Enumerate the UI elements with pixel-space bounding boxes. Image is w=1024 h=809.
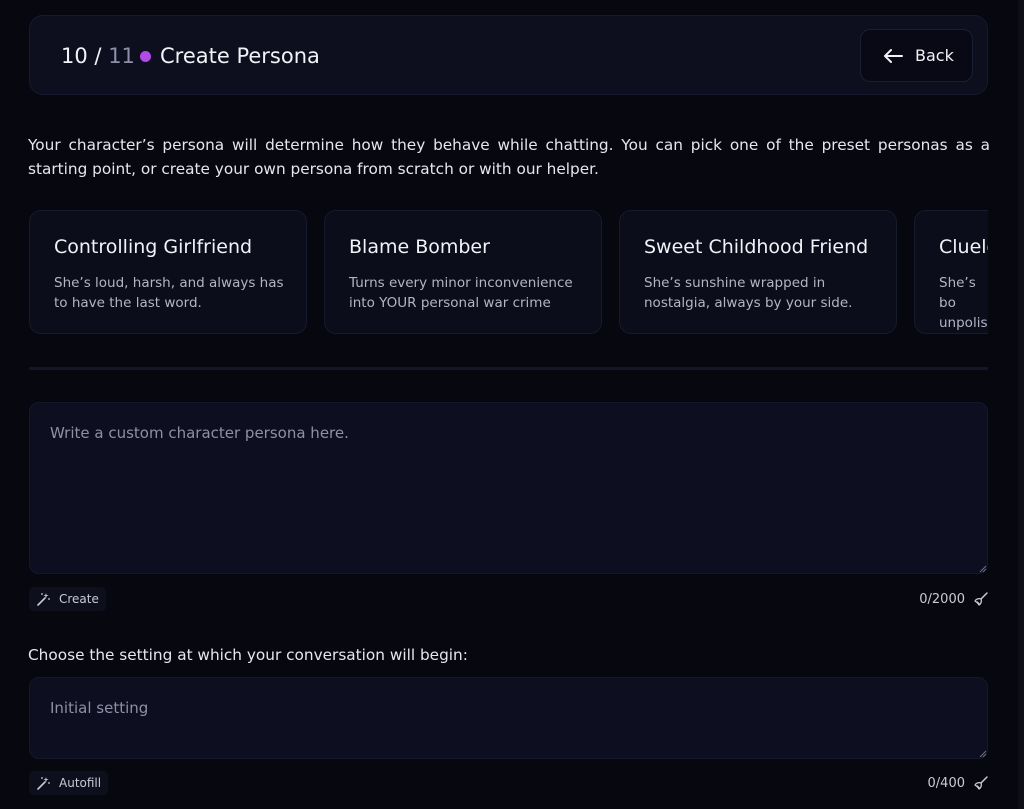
step-separator: /	[94, 44, 102, 68]
autofill-setting-button[interactable]: Autofill	[29, 771, 109, 795]
create-persona-button[interactable]: Create	[29, 587, 106, 611]
persona-card[interactable]: Blame Bomber Turns every minor inconveni…	[324, 210, 602, 334]
step-indicator: 10 / 11	[61, 43, 135, 69]
resize-grip-icon[interactable]	[979, 750, 987, 758]
persona-card-name: Controlling Girlfriend	[54, 236, 253, 258]
persona-card-name: Cluele	[939, 236, 988, 258]
persona-card[interactable]: Sweet Childhood Friend She’s sunshine wr…	[619, 210, 897, 334]
persona-preset-list[interactable]: Controlling Girlfriend She’s loud, harsh…	[29, 210, 988, 334]
initial-setting-label: Choose the setting at which your convers…	[28, 646, 468, 664]
magic-wand-icon	[37, 776, 50, 790]
persona-card-name: Blame Bomber	[349, 236, 490, 258]
step-header: 10 / 11 Create Persona Back	[29, 15, 988, 95]
section-divider	[29, 367, 988, 370]
page-title: Create Persona	[160, 44, 320, 68]
autofill-setting-label: Autofill	[59, 776, 102, 790]
create-persona-label: Create	[59, 592, 99, 606]
arrow-left-icon	[884, 49, 903, 63]
broom-clear-icon[interactable]	[973, 591, 989, 607]
persona-char-counter: 0/2000	[919, 592, 965, 607]
step-current: 10	[61, 44, 88, 68]
persona-textarea[interactable]	[29, 402, 988, 574]
initial-setting-textarea[interactable]	[29, 677, 988, 759]
persona-card[interactable]: Controlling Girlfriend She’s loud, harsh…	[29, 210, 307, 334]
persona-card-description: Turns every minor inconvenience into YOU…	[349, 275, 573, 311]
resize-grip-icon[interactable]	[979, 565, 987, 573]
persona-card-description: She’s loud, harsh, and always has to hav…	[54, 275, 284, 311]
broom-clear-icon[interactable]	[973, 775, 989, 791]
persona-card[interactable]: Cluele She’s bo unpolis	[914, 210, 988, 334]
step-dot-icon	[140, 51, 151, 62]
persona-card-description: She’s bo unpolis	[939, 275, 988, 331]
magic-wand-icon	[37, 592, 50, 606]
persona-card-name: Sweet Childhood Friend	[644, 236, 869, 258]
step-total: 11	[108, 44, 135, 68]
persona-card-description: She’s sunshine wrapped in nostalgia, alw…	[644, 275, 853, 311]
setting-char-counter: 0/400	[927, 776, 965, 791]
back-button[interactable]: Back	[860, 29, 973, 82]
window-edge	[1018, 0, 1024, 809]
back-button-label: Back	[915, 46, 954, 65]
persona-intro-text: Your character’s persona will determine …	[28, 136, 990, 178]
